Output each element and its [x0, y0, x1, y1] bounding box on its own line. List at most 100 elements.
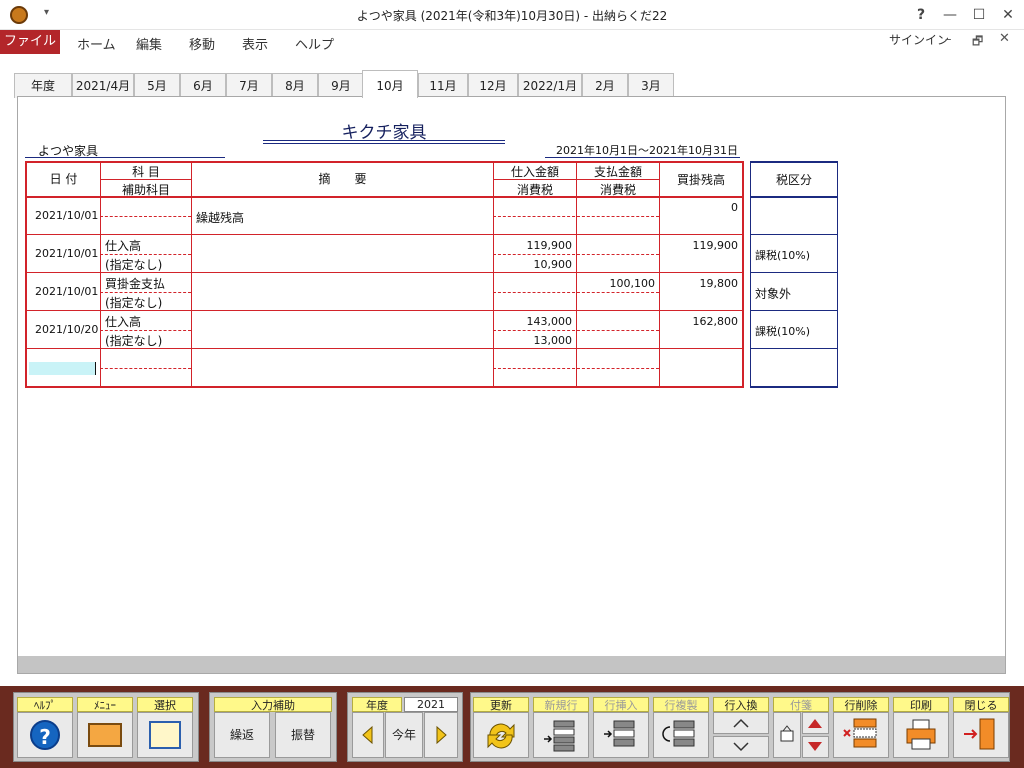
tab-12[interactable]: 12月 [468, 73, 518, 98]
delete-row-button[interactable] [833, 712, 889, 758]
tab-2022-1[interactable]: 2022/1月 [518, 73, 582, 98]
grid-line [25, 234, 744, 235]
prev-year-button[interactable] [352, 712, 384, 758]
menu-home[interactable]: ホーム [77, 34, 116, 53]
insert-row-button[interactable] [593, 712, 649, 758]
grid-line [742, 161, 744, 388]
menu-view[interactable]: 表示 [242, 34, 268, 53]
grid-line [191, 161, 192, 388]
cell-account[interactable]: 仕入高 [105, 237, 141, 254]
transfer-button[interactable]: 振替 [275, 712, 331, 758]
next-year-button[interactable] [424, 712, 458, 758]
cell-tax-class[interactable]: 課税(10%) [755, 247, 810, 263]
cell-payment[interactable]: 100,100 [577, 277, 656, 290]
cell-purchase[interactable]: 119,900 [494, 239, 573, 252]
copy-row-button[interactable] [653, 712, 709, 758]
year-label: 年度 [352, 697, 402, 712]
ribbon-minimize-icon[interactable]: – [945, 32, 952, 47]
grid-dash [493, 254, 659, 255]
cell-balance: 162,800 [692, 315, 739, 328]
grid-dash [493, 292, 659, 293]
new-row-button[interactable] [533, 712, 589, 758]
menu-file[interactable]: ファイル [0, 30, 60, 54]
menu-move[interactable]: 移動 [189, 34, 215, 53]
date-entry-field[interactable] [29, 362, 96, 375]
cell-balance: 0 [731, 201, 738, 214]
grid-line [659, 161, 660, 388]
grid-dash [493, 330, 659, 331]
note-button[interactable] [773, 712, 801, 758]
menu-button[interactable] [77, 712, 133, 758]
input-assist-label: 入力補助 [214, 697, 332, 712]
close-button[interactable] [953, 712, 1009, 758]
cell-subaccount[interactable]: (指定なし) [105, 294, 162, 311]
tab-3[interactable]: 3月 [628, 73, 674, 98]
update-button[interactable] [473, 712, 529, 758]
cell-date[interactable]: 2021/10/01 [35, 285, 98, 298]
help-button[interactable]: ? [17, 712, 73, 758]
tax-grid-line [750, 386, 838, 388]
tab-2[interactable]: 2月 [582, 73, 628, 98]
header-memo: 摘 要 [318, 172, 367, 186]
cell-balance: 19,800 [699, 277, 739, 290]
cell-subaccount[interactable]: (指定なし) [105, 332, 162, 349]
grid-dash [100, 254, 191, 255]
tab-year[interactable]: 年度 [14, 73, 72, 98]
tax-grid-line [750, 196, 838, 198]
ribbon-close-icon[interactable]: ✕ [999, 31, 1010, 46]
cell-account[interactable]: 仕入高 [105, 313, 141, 330]
this-year-button[interactable]: 今年 [385, 712, 423, 758]
tab-11[interactable]: 11月 [418, 73, 468, 98]
print-label: 印刷 [893, 697, 949, 712]
exit-door-icon [964, 718, 995, 750]
period-underline [545, 157, 740, 158]
cell-date[interactable]: 2021/10/01 [35, 209, 98, 222]
cell-tax-class[interactable]: 課税(10%) [755, 323, 810, 339]
sticky-note-icon [780, 725, 794, 742]
ribbon-restore-icon[interactable]: 🗗 [972, 32, 983, 53]
tab-8[interactable]: 8月 [272, 73, 318, 98]
insert-row-label: 行挿入 [593, 697, 649, 712]
note-down-button[interactable] [802, 736, 829, 758]
tab-6[interactable]: 6月 [180, 73, 226, 98]
tab-2021-4[interactable]: 2021/4月 [72, 73, 134, 98]
cell-date[interactable]: 2021/10/20 [35, 323, 98, 336]
maximize-button[interactable]: ☐ [969, 5, 989, 25]
swap-row-down-button[interactable] [713, 736, 769, 758]
menu-label: ﾒﾆｭｰ [77, 697, 133, 712]
insert-row-icon [604, 720, 635, 747]
delete-row-label: 行削除 [833, 697, 889, 712]
grid-dash [100, 216, 191, 217]
close-window-button[interactable]: ✕ [998, 5, 1018, 25]
period-range: 2021年10月1日～2021年10月31日 [556, 144, 738, 157]
print-button[interactable] [893, 712, 949, 758]
cell-tax-class[interactable]: 対象外 [755, 285, 791, 302]
tax-grid-line [750, 310, 838, 311]
cell-subaccount[interactable]: (指定なし) [105, 256, 162, 273]
header-balance: 買掛残高 [676, 173, 725, 187]
header-payment: 支払金額 [593, 165, 642, 179]
header-date: 日 付 [49, 172, 78, 186]
cell-purchase-tax[interactable]: 10,900 [494, 258, 573, 271]
menu-help[interactable]: ヘルプ [295, 34, 334, 53]
cell-account[interactable]: 買掛金支払 [105, 275, 165, 292]
repeat-button[interactable]: 繰返 [214, 712, 270, 758]
signin-link[interactable]: サインイン [889, 31, 949, 48]
tab-10-active[interactable]: 10月 [362, 70, 418, 98]
header-subaccount: 補助科目 [121, 183, 170, 197]
refresh-icon [487, 723, 515, 749]
tab-5[interactable]: 5月 [134, 73, 180, 98]
note-up-button[interactable] [802, 712, 829, 734]
tab-7[interactable]: 7月 [226, 73, 272, 98]
cell-purchase-tax[interactable]: 13,000 [494, 334, 573, 347]
select-button[interactable] [137, 712, 193, 758]
swap-row-up-button[interactable] [713, 712, 769, 734]
cell-memo[interactable]: 繰越残高 [196, 209, 244, 226]
minimize-button[interactable]: — [940, 5, 960, 25]
cell-purchase[interactable]: 143,000 [494, 315, 573, 328]
menu-edit[interactable]: 編集 [136, 34, 162, 53]
tab-9[interactable]: 9月 [318, 73, 364, 98]
cell-date[interactable]: 2021/10/01 [35, 247, 98, 260]
header-tax-class: 税区分 [775, 173, 812, 187]
help-button[interactable]: ? [911, 5, 931, 25]
